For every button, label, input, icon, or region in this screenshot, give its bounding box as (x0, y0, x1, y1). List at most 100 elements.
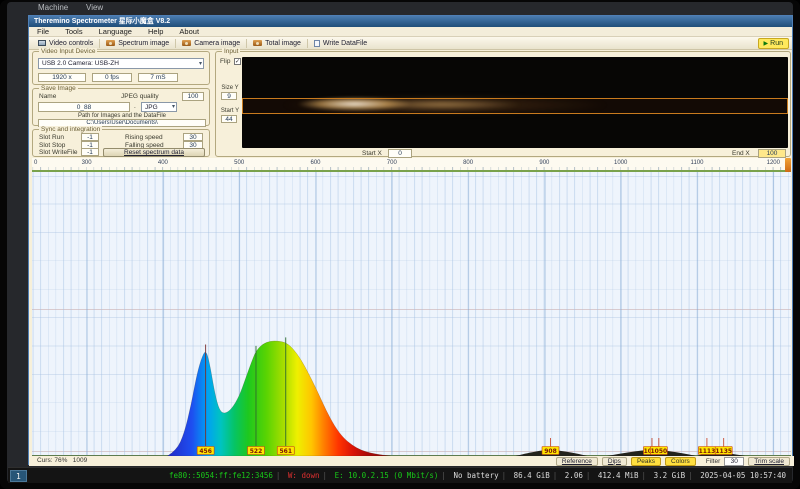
start-x-field[interactable]: 0 (388, 149, 412, 158)
latency-readout: 7 mS (138, 73, 178, 82)
status-separator: | (502, 471, 507, 480)
total-image-label: Total image (265, 40, 301, 47)
peak-label-text: 1050 (650, 448, 667, 455)
vm-menu-view[interactable]: View (86, 3, 103, 12)
name-dot-label: . (134, 103, 136, 110)
ruler-tick-label: 600 (306, 160, 326, 166)
input-group: Input Flip ✓ Size Y 9 Start Y 44 Start X… (215, 51, 791, 157)
chevron-down-icon: ▾ (199, 59, 202, 69)
spectrum-plot: 4565225619081041105011131135 (32, 172, 791, 456)
input-group-label: Input (222, 48, 240, 56)
end-x-field[interactable]: 100 (758, 149, 786, 158)
window-titlebar[interactable]: Theremino Spectrometer 星际小魔盒 V8.2 (29, 16, 792, 27)
status-separator: | (586, 471, 591, 480)
save-image-group-label: Save Image (39, 85, 78, 93)
ruler-tick-label: 1100 (687, 160, 707, 166)
run-button[interactable]: ▶ Run (758, 38, 789, 49)
image-format-value: JPG (145, 104, 158, 111)
slot-stop-label: Slot Stop (39, 142, 65, 149)
peak-label-text: 456 (199, 448, 212, 455)
camera-view[interactable] (242, 57, 788, 148)
ruler-tick-label: 1200 (763, 160, 783, 166)
camera-icon (106, 40, 115, 46)
system-status: fe80::5054:ff:fe12:3456| W: down| E: 10.… (169, 470, 786, 482)
app-window: Theremino Spectrometer 星际小魔盒 V8.2 File T… (28, 15, 793, 465)
ruler-tick-label: 700 (382, 160, 402, 166)
image-name-field[interactable]: 0_88 (38, 102, 130, 112)
run-label: Run (770, 40, 783, 47)
app-menubar: File Tools Language Help About (29, 27, 792, 37)
end-x-marker[interactable] (785, 158, 791, 172)
video-controls-label: Video controls (49, 40, 93, 47)
battery-status: No battery (453, 471, 498, 480)
jpeg-quality-field[interactable]: 100 (182, 92, 204, 101)
start-y-field[interactable]: 44 (221, 115, 237, 123)
menu-file[interactable]: File (29, 27, 57, 36)
total-image-button[interactable]: Total image (247, 38, 307, 49)
menu-language[interactable]: Language (91, 27, 140, 36)
camera-device-select[interactable]: USB 2.0 Camera: USB-ZH ▾ (38, 58, 204, 69)
size-y-label: Size Y (218, 85, 242, 91)
dips-button[interactable]: Dips (602, 457, 627, 466)
resolution-readout: 1920 x (38, 73, 86, 82)
image-format-select[interactable]: JPG ▾ (141, 102, 177, 112)
sync-group: Sync and integration Slot Run -1 Rising … (32, 129, 210, 157)
monitor-icon (38, 40, 46, 46)
ethernet-status: E: 10.0.2.15 (0 Mbit/s) (335, 471, 439, 480)
workspace-button[interactable]: 1 (10, 470, 27, 482)
fps-readout: 0 fps (92, 73, 132, 82)
camera-icon (253, 40, 262, 46)
reference-button[interactable]: Reference (556, 457, 598, 466)
vm-menu-machine[interactable]: Machine (38, 3, 68, 12)
status-separator: | (642, 471, 647, 480)
memory-status: 412.4 MiB (598, 471, 639, 480)
start-x-label: Start X (362, 150, 382, 157)
flip-checkbox[interactable]: ✓ (234, 58, 241, 65)
write-datafile-label: Write DataFile (323, 40, 367, 47)
colors-button[interactable]: Colors (665, 457, 696, 466)
start-y-label: Start Y (218, 108, 242, 114)
peak-label-text: 908 (544, 448, 557, 455)
ruler-tick-label: 400 (153, 160, 173, 166)
play-icon: ▶ (764, 41, 769, 47)
filter-field[interactable]: 30 (724, 457, 744, 466)
size-y-field[interactable]: 9 (221, 92, 237, 100)
camera-image-button[interactable]: Camera image (176, 38, 246, 49)
wavelength-ruler[interactable]: 0300400500600700800900100011001200 (32, 158, 791, 172)
peaks-button[interactable]: Peaks (631, 457, 661, 466)
status-separator: | (323, 471, 328, 480)
load-status: 2.06 (565, 471, 583, 480)
screenshot-stage: Machine View Theremino Spectrometer 星际小魔… (0, 0, 800, 489)
flip-label: Flip (220, 58, 230, 65)
video-controls-button[interactable]: Video controls (32, 38, 99, 49)
slot-run-label: Slot Run (39, 134, 64, 141)
spectrum-curve (167, 341, 390, 456)
spectrum-image-button[interactable]: Spectrum image (100, 38, 175, 49)
trim-scale-button[interactable]: Trim scale (748, 457, 790, 466)
swap-status: 3.2 GiB (654, 471, 686, 480)
save-image-group: Save Image Name JPEG quality 100 0_88 . … (32, 88, 210, 126)
chart-footer: Curs: 76% 1009 Reference Dips Peaks Colo… (29, 456, 794, 466)
peak-label-text: 522 (250, 448, 263, 455)
ruler-tick-label: 1000 (611, 160, 631, 166)
status-separator: | (688, 471, 693, 480)
write-datafile-button[interactable]: Write DataFile (308, 38, 373, 49)
menu-about[interactable]: About (171, 27, 207, 36)
peak-label-text: 1113 (699, 448, 716, 455)
ruler-tick-marks (32, 167, 791, 170)
spectrum-image-label: Spectrum image (118, 40, 169, 47)
reset-spectrum-button[interactable]: Reset spectrum data (103, 148, 205, 157)
scanline-selection-rect[interactable] (242, 98, 788, 114)
slot-writefile-field[interactable]: -1 (81, 148, 99, 156)
menu-tools[interactable]: Tools (57, 27, 91, 36)
spectrum-chart[interactable]: 4565225619081041105011131135 (32, 172, 791, 456)
end-x-label: End X (732, 150, 750, 157)
clock-status: 2025-04-05 10:57:40 (700, 471, 786, 480)
ruler-tick-label: 800 (458, 160, 478, 166)
rising-speed-label: Rising speed (125, 134, 163, 141)
cursor-readout: Curs: 76% 1009 (37, 457, 87, 464)
peak-label-text: 561 (279, 448, 292, 455)
status-separator: | (276, 471, 281, 480)
status-separator: | (441, 471, 446, 480)
menu-help[interactable]: Help (140, 27, 171, 36)
